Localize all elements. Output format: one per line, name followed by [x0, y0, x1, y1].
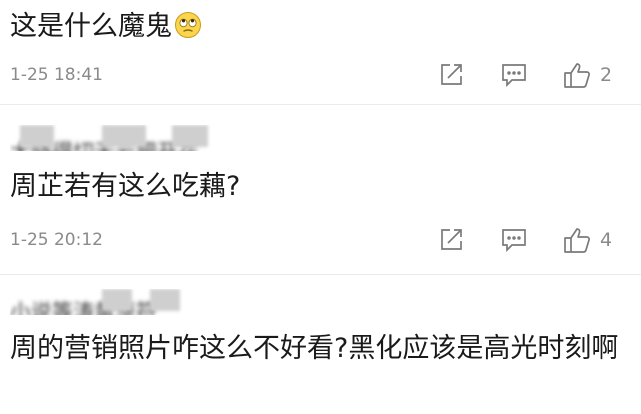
share-button[interactable]: [438, 227, 464, 253]
comment-icon: [500, 227, 528, 253]
comment-button[interactable]: [500, 227, 528, 253]
comment-text: 周的营销照片咋这么不好看?黑化应该是高光时刻啊: [10, 333, 619, 364]
thumbs-up-icon: [562, 225, 592, 255]
username-obscured: 大晓得切天云把开花: [10, 125, 350, 151]
comment-icon: [500, 62, 528, 88]
comment-button[interactable]: [500, 62, 528, 88]
comment-text-content: 这是什么魔鬼: [10, 11, 172, 42]
comment-text: 周芷若有这么吃藕?: [10, 171, 241, 202]
comment-text: 这是什么魔鬼: [10, 10, 202, 48]
mosaic-block: [172, 125, 208, 147]
like-count: 2: [600, 64, 613, 86]
like-button[interactable]: 2: [562, 60, 612, 90]
comment-timestamp: 1-25 20:12: [10, 230, 103, 250]
like-count: 4: [600, 229, 613, 251]
username-obscured: 小说等涛黄涨符: [10, 289, 210, 315]
mosaic-block: [102, 289, 132, 311]
comment-timestamp: 1-25 18:41: [10, 65, 103, 85]
eye-roll-emoji-icon: [174, 11, 202, 48]
share-icon: [438, 62, 464, 88]
comment-item: 大晓得切天云把开花 周芷若有这么吃藕? 1-25 20:12 4: [0, 105, 641, 270]
thumbs-up-icon: [562, 60, 592, 90]
mosaic-block: [20, 125, 54, 147]
mosaic-block: [102, 125, 146, 147]
like-button[interactable]: 4: [562, 225, 612, 255]
comment-item: 小说等涛黄涨符 周的营销照片咋这么不好看?黑化应该是高光时刻啊: [0, 275, 641, 414]
comment-item: 这是什么魔鬼 1-25 18:41 2: [0, 0, 641, 100]
share-button[interactable]: [438, 62, 464, 88]
share-icon: [438, 227, 464, 253]
mosaic-block: [150, 289, 180, 311]
